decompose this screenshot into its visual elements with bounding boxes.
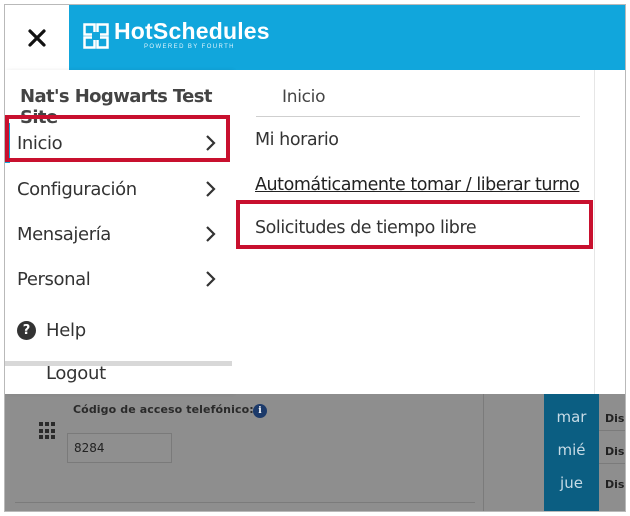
hotschedules-logo-icon bbox=[83, 22, 109, 49]
close-icon bbox=[28, 28, 46, 47]
availability-cell: Dis bbox=[605, 478, 625, 491]
schedule-status-column: Dis Dis Dis bbox=[599, 394, 625, 511]
divider bbox=[15, 502, 475, 503]
logout-link[interactable]: Logout bbox=[46, 363, 106, 384]
schedule-days-column: mar mié jue bbox=[544, 394, 599, 511]
submenu-item-solicitudes-tiempo-libre[interactable]: Solicitudes de tiempo libre bbox=[255, 218, 477, 238]
help-label: Help bbox=[46, 320, 86, 341]
active-indicator bbox=[5, 123, 10, 163]
availability-cell: Dis bbox=[605, 412, 625, 425]
submenu-item-tomar-liberar-turno[interactable]: Automáticamente tomar / liberar turno bbox=[255, 175, 580, 195]
divider bbox=[599, 463, 625, 464]
menu-item-mensajeria[interactable]: Mensajería bbox=[5, 212, 225, 256]
close-menu-button[interactable] bbox=[5, 5, 69, 70]
day-label: mié bbox=[557, 441, 586, 459]
menu-item-personal[interactable]: Personal bbox=[5, 257, 225, 301]
help-link[interactable]: ? Help bbox=[17, 320, 86, 341]
question-circle-icon: ? bbox=[17, 321, 36, 340]
day-label: mar bbox=[556, 408, 587, 426]
chevron-right-icon bbox=[206, 135, 216, 151]
menu-item-label: Mensajería bbox=[17, 223, 111, 245]
submenu-caret bbox=[227, 75, 235, 95]
phone-access-code-value: 8284 bbox=[74, 441, 105, 455]
app-window: HotSchedules POWERED BY FOURTH Código de… bbox=[5, 5, 625, 511]
phone-access-code-label: Código de acceso telefónico: bbox=[73, 403, 254, 416]
availability-cell: Dis bbox=[605, 445, 625, 458]
menu-item-label: Configuración bbox=[17, 178, 137, 200]
header-bar: HotSchedules POWERED BY FOURTH bbox=[69, 5, 625, 70]
chevron-right-icon bbox=[206, 271, 216, 287]
hotschedules-logo[interactable]: HotSchedules POWERED BY FOURTH bbox=[83, 20, 270, 51]
chevron-right-icon bbox=[206, 226, 216, 242]
background-page-overlay: Código de acceso telefónico: i 8284 mar … bbox=[5, 394, 625, 511]
menu-item-label: Personal bbox=[17, 268, 91, 290]
divider bbox=[483, 394, 484, 511]
submenu-divider bbox=[256, 116, 580, 117]
divider bbox=[599, 430, 625, 431]
menu-item-configuracion[interactable]: Configuración bbox=[5, 167, 225, 211]
info-icon[interactable]: i bbox=[253, 404, 267, 418]
day-label: jue bbox=[560, 474, 583, 492]
phone-access-code-field[interactable]: 8284 bbox=[67, 433, 172, 463]
brand-subtitle: POWERED BY FOURTH bbox=[144, 44, 235, 50]
submenu-title: Inicio bbox=[282, 87, 326, 107]
submenu-item-mi-horario[interactable]: Mi horario bbox=[255, 130, 339, 150]
menu-divider bbox=[5, 361, 232, 366]
menu-item-inicio[interactable]: Inicio bbox=[5, 121, 225, 165]
navigation-menu: Nat's Hogwarts Test Site Inicio Configur… bbox=[5, 70, 232, 394]
submenu-panel: Inicio Mi horario Automáticamente tomar … bbox=[227, 70, 595, 394]
menu-item-label: Inicio bbox=[17, 132, 63, 154]
brand-name: HotSchedules bbox=[114, 18, 270, 44]
keypad-icon bbox=[39, 422, 57, 440]
chevron-right-icon bbox=[206, 181, 216, 197]
